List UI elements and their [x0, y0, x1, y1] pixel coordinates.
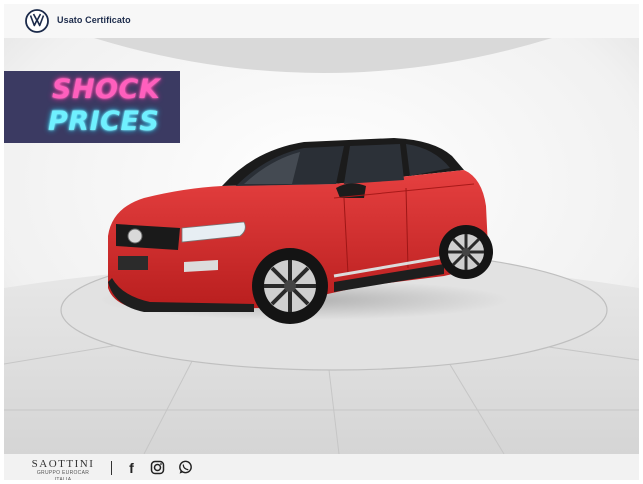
rear-wheel	[439, 225, 493, 279]
footer-divider	[111, 461, 112, 475]
dealer-name: SAOTTINI	[31, 458, 95, 470]
front-wheel	[252, 248, 328, 324]
listing-image: Usato Certificato SHOCK PRICES SAOTTINI …	[4, 4, 639, 480]
facebook-icon[interactable]: f	[124, 460, 139, 476]
shock-prices-banner[interactable]: SHOCK PRICES	[4, 71, 180, 143]
dealer-logo[interactable]: SAOTTINI GRUPPO EUROCAR ITALIA	[28, 458, 98, 480]
promo-line-2: PRICES	[48, 106, 160, 137]
page-title: Usato Certificato	[57, 15, 131, 25]
promo-line-1: SHOCK	[52, 74, 161, 105]
whatsapp-icon[interactable]	[178, 460, 193, 475]
vw-logo-icon[interactable]	[25, 9, 49, 33]
footer-bar: SAOTTINI GRUPPO EUROCAR ITALIA f	[4, 454, 639, 480]
instagram-icon[interactable]	[150, 460, 165, 475]
dealer-subtitle: GRUPPO EUROCAR ITALIA	[36, 470, 90, 480]
header-bar: Usato Certificato	[4, 4, 639, 38]
